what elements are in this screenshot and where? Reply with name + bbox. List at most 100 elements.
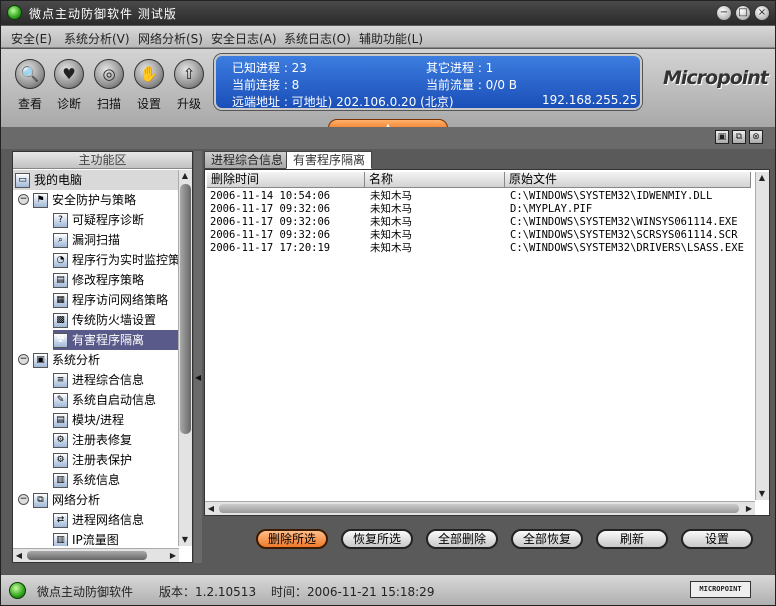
menu-network-analysis[interactable]: 网络分析(S)	[138, 30, 203, 47]
list-vertical-scrollbar[interactable]: ▲ ▼	[755, 172, 769, 500]
tree-label: 网络分析	[52, 493, 101, 507]
scroll-down-icon[interactable]: ▼	[179, 534, 191, 546]
restore-selected-button[interactable]: 恢复所选	[341, 529, 413, 549]
tree-group-system-analysis[interactable]: ▣ 系统分析	[33, 350, 100, 370]
scroll-down-icon[interactable]: ▼	[756, 488, 768, 500]
menu-security-log[interactable]: 安全日志(A)	[211, 30, 277, 47]
cell-time: 2006-11-17 17:20:19	[210, 242, 331, 254]
tree-item-process-network[interactable]: ⇄ 进程网络信息	[53, 510, 144, 530]
tree-item-modules[interactable]: ▤ 模块/进程	[53, 410, 124, 430]
tool-diagnose[interactable]: ♥ 诊断	[51, 59, 87, 112]
tab-quarantine[interactable]: 有害程序隔离	[286, 151, 373, 169]
panel-cascade-button[interactable]: ⧉	[732, 130, 746, 144]
column-header-original-file[interactable]: 原始文件	[505, 172, 751, 188]
tree-label: 程序行为实时监控策略	[72, 253, 179, 267]
separator-band	[1, 127, 775, 149]
menu-security[interactable]: 安全(E)	[11, 30, 52, 47]
scroll-left-icon[interactable]: ◀	[13, 550, 25, 562]
scroll-thumb[interactable]	[27, 551, 147, 560]
tree-group-network-analysis[interactable]: ⧉ 网络分析	[33, 490, 100, 510]
tree-item-ip-traffic[interactable]: ▥ IP流量图	[53, 530, 119, 546]
cell-file: C:\WINDOWS\SYSTEM32\DRIVERS\LSASS.EXE	[510, 242, 744, 254]
scroll-up-icon[interactable]: ▲	[179, 170, 191, 182]
firewall-icon: ▩	[53, 313, 68, 328]
tree-item-quarantine[interactable]: ☢ 有害程序隔离	[53, 330, 179, 350]
scroll-thumb[interactable]	[219, 504, 739, 513]
function-area-header: 主功能区	[13, 152, 192, 169]
other-processes: 其它进程 : 1	[426, 61, 494, 75]
menu-bar: 安全(E) 系统分析(V) 网络分析(S) 安全日志(A) 系统日志(O) 辅助…	[1, 26, 775, 48]
list-horizontal-scrollbar[interactable]: ◀ ▶	[205, 501, 755, 515]
tab-process-info[interactable]: 进程综合信息	[204, 151, 291, 169]
menu-system-log[interactable]: 系统日志(O)	[284, 30, 351, 47]
cell-file: C:\WINDOWS\SYSTEM32\IDWENMIY.DLL	[510, 190, 713, 202]
tree-label: 我的电脑	[34, 173, 83, 187]
tree-item-system-info[interactable]: ▥ 系统信息	[53, 470, 120, 490]
scroll-left-icon[interactable]: ◀	[205, 503, 217, 515]
scroll-up-icon[interactable]: ▲	[756, 172, 768, 184]
tree-item-registry-protect[interactable]: ⚙ 注册表保护	[53, 450, 132, 470]
tool-settings[interactable]: ✋ 设置	[131, 59, 167, 112]
registry-protect-icon: ⚙	[53, 453, 68, 468]
tree-label: 注册表修复	[72, 433, 133, 447]
scroll-right-icon[interactable]: ▶	[743, 503, 755, 515]
collapse-icon[interactable]: −	[18, 354, 29, 365]
title-bar[interactable]: 微点主动防御软件 测试版 − □ ×	[1, 1, 775, 25]
tree-item-process-info[interactable]: ≡ 进程综合信息	[53, 370, 144, 390]
cell-file: C:\WINDOWS\SYSTEM32\WINSYS061114.EXE	[510, 216, 738, 228]
minimize-button[interactable]: −	[716, 5, 732, 21]
collapse-icon[interactable]: −	[18, 194, 29, 205]
tab-strip: 进程综合信息 有害程序隔离	[204, 151, 770, 169]
refresh-button[interactable]: 刷新	[596, 529, 668, 549]
heart-icon: ♥	[54, 59, 84, 89]
status-info-panel: 已知进程 : 23 其它进程 : 1 当前连接 : 8 当前流量 : 0/0 B…	[214, 54, 642, 110]
settings-button[interactable]: 设置	[681, 529, 753, 549]
upgrade-icon: ⇧	[174, 59, 204, 89]
tool-upgrade[interactable]: ⇧ 升级	[171, 59, 207, 112]
toolbar: 🔍 查看 ♥ 诊断 ◎ 扫描 ✋ 设置 ⇧ 升级 已知进程 : 23 其它进程 …	[1, 49, 775, 137]
tree-label: 传统防火墙设置	[72, 313, 157, 327]
tree-item-firewall[interactable]: ▩ 传统防火墙设置	[53, 310, 156, 330]
tree-label: 系统自启动信息	[72, 393, 157, 407]
delete-all-button[interactable]: 全部删除	[426, 529, 498, 549]
tree-item-autostart[interactable]: ✎ 系统自启动信息	[53, 390, 156, 410]
tree-label: 系统信息	[72, 473, 121, 487]
pane-splitter[interactable]: ◀	[194, 151, 202, 563]
panel-restore-button[interactable]: ▣	[715, 130, 729, 144]
flag-icon: ⚑	[33, 193, 48, 208]
maximize-button[interactable]: □	[735, 5, 751, 21]
panel-close-button[interactable]: ⊗	[749, 130, 763, 144]
tool-scan[interactable]: ◎ 扫描	[91, 59, 127, 112]
tree-item-vuln-scan[interactable]: ⌕ 漏洞扫描	[53, 230, 120, 250]
cell-file: D:\MYPLAY.PIF	[510, 203, 593, 215]
scan-icon: ◎	[94, 59, 124, 89]
menu-tools[interactable]: 辅助功能(L)	[359, 30, 423, 47]
scroll-right-icon[interactable]: ▶	[167, 550, 179, 562]
computer-icon: ▭	[15, 173, 30, 188]
tree-item-suspicious-diagnose[interactable]: ? 可疑程序诊断	[53, 210, 144, 230]
collapse-icon[interactable]: −	[18, 494, 29, 505]
close-button[interactable]: ×	[754, 5, 770, 21]
tree-item-network-policy[interactable]: ▦ 程序访问网络策略	[53, 290, 168, 310]
tree-label: 系统分析	[52, 353, 101, 367]
tool-view[interactable]: 🔍 查看	[12, 59, 48, 112]
tool-label: 升级	[176, 97, 201, 111]
scroll-thumb[interactable]	[180, 184, 191, 434]
tree-group-security[interactable]: ⚑ 安全防护与策略	[33, 190, 136, 210]
tree-root-my-computer[interactable]: ▭ 我的电脑	[13, 170, 179, 190]
menu-system-analysis[interactable]: 系统分析(V)	[64, 30, 130, 47]
tree-label: 注册表保护	[72, 453, 133, 467]
tree-item-behavior-monitor[interactable]: ◔ 程序行为实时监控策略	[53, 250, 179, 270]
diagnose-icon: ?	[53, 213, 68, 228]
column-header-name[interactable]: 名称	[365, 172, 505, 188]
collapse-left-icon[interactable]: ◀	[195, 373, 201, 382]
column-header-delete-time[interactable]: 删除时间	[207, 172, 365, 188]
tree-item-modify-policy[interactable]: ▤ 修改程序策略	[53, 270, 144, 290]
restore-all-button[interactable]: 全部恢复	[511, 529, 583, 549]
tree-item-registry-repair[interactable]: ⚙ 注册表修复	[53, 430, 132, 450]
tree-vertical-scrollbar[interactable]: ▲ ▼	[178, 170, 192, 546]
delete-selected-button[interactable]: 删除所选	[256, 529, 328, 549]
hand-icon: ✋	[134, 59, 164, 89]
tool-label: 设置	[136, 97, 161, 111]
tree-horizontal-scrollbar[interactable]: ◀ ▶	[13, 548, 179, 562]
